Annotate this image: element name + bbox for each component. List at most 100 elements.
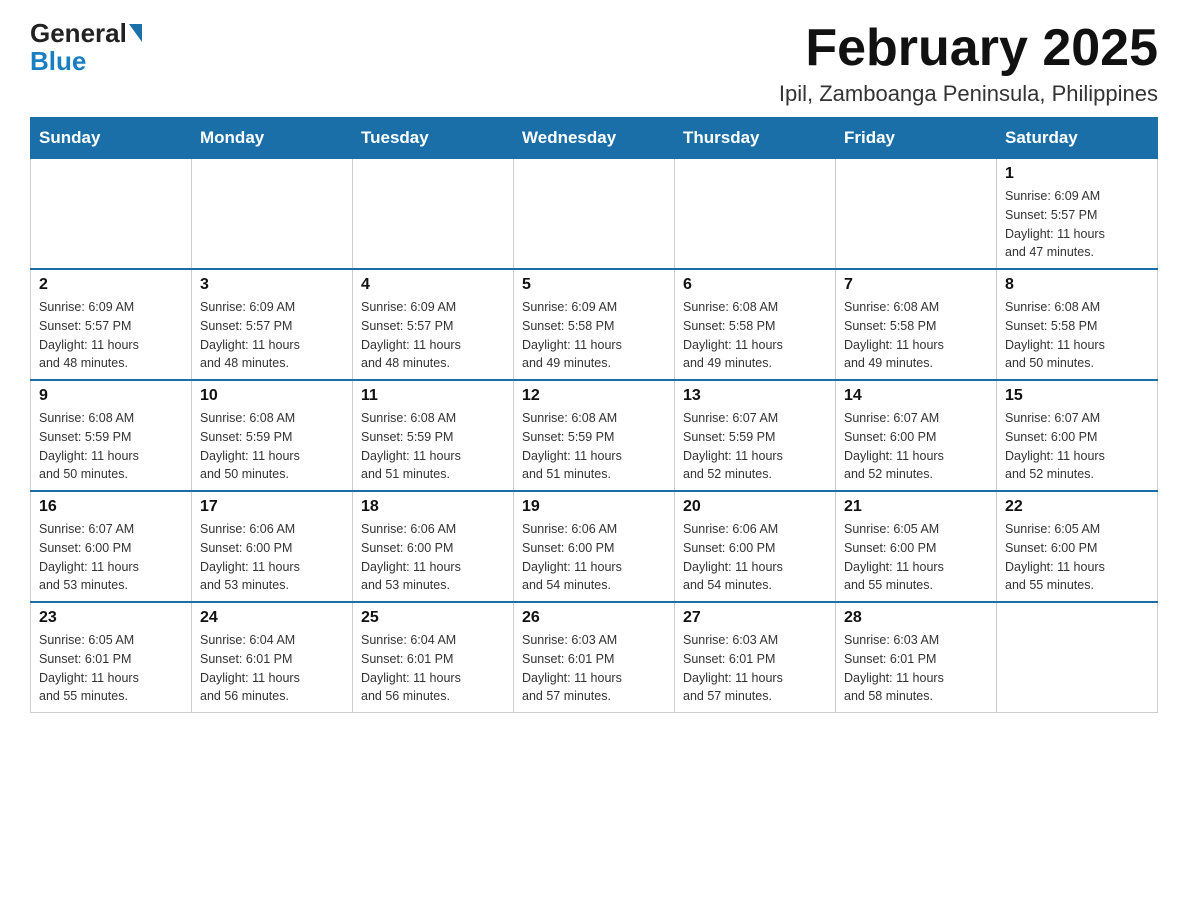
calendar-cell: 5 Sunrise: 6:09 AM Sunset: 5:58 PM Daylig… xyxy=(514,269,675,380)
day-number: 1 xyxy=(1005,165,1149,183)
calendar-week-1: 1 Sunrise: 6:09 AM Sunset: 5:57 PM Daylig… xyxy=(31,159,1158,270)
title-block: February 2025 Ipil, Zamboanga Peninsula,… xyxy=(779,20,1158,107)
day-info: Sunrise: 6:03 AM Sunset: 6:01 PM Dayligh… xyxy=(683,631,827,706)
calendar-cell: 12 Sunrise: 6:08 AM Sunset: 5:59 PM Dayli… xyxy=(514,380,675,491)
day-info: Sunrise: 6:09 AM Sunset: 5:57 PM Dayligh… xyxy=(361,298,505,373)
day-number: 24 xyxy=(200,609,344,627)
calendar-cell: 13 Sunrise: 6:07 AM Sunset: 5:59 PM Dayli… xyxy=(675,380,836,491)
calendar-week-4: 16 Sunrise: 6:07 AM Sunset: 6:00 PM Dayli… xyxy=(31,491,1158,602)
day-info: Sunrise: 6:08 AM Sunset: 5:59 PM Dayligh… xyxy=(361,409,505,484)
day-info: Sunrise: 6:05 AM Sunset: 6:00 PM Dayligh… xyxy=(1005,520,1149,595)
day-info: Sunrise: 6:05 AM Sunset: 6:01 PM Dayligh… xyxy=(39,631,183,706)
calendar-body: 1 Sunrise: 6:09 AM Sunset: 5:57 PM Daylig… xyxy=(31,159,1158,713)
month-year-title: February 2025 xyxy=(779,20,1158,77)
calendar-cell xyxy=(675,159,836,270)
day-number: 27 xyxy=(683,609,827,627)
calendar-cell: 27 Sunrise: 6:03 AM Sunset: 6:01 PM Dayli… xyxy=(675,602,836,713)
day-number: 15 xyxy=(1005,387,1149,405)
day-number: 23 xyxy=(39,609,183,627)
day-info: Sunrise: 6:05 AM Sunset: 6:00 PM Dayligh… xyxy=(844,520,988,595)
calendar-cell: 24 Sunrise: 6:04 AM Sunset: 6:01 PM Dayli… xyxy=(192,602,353,713)
calendar-week-2: 2 Sunrise: 6:09 AM Sunset: 5:57 PM Daylig… xyxy=(31,269,1158,380)
day-number: 9 xyxy=(39,387,183,405)
calendar-cell: 11 Sunrise: 6:08 AM Sunset: 5:59 PM Dayli… xyxy=(353,380,514,491)
day-number: 16 xyxy=(39,498,183,516)
day-info: Sunrise: 6:08 AM Sunset: 5:58 PM Dayligh… xyxy=(683,298,827,373)
calendar-cell: 16 Sunrise: 6:07 AM Sunset: 6:00 PM Dayli… xyxy=(31,491,192,602)
day-info: Sunrise: 6:09 AM Sunset: 5:58 PM Dayligh… xyxy=(522,298,666,373)
day-info: Sunrise: 6:06 AM Sunset: 6:00 PM Dayligh… xyxy=(200,520,344,595)
weekday-header-friday: Friday xyxy=(836,118,997,159)
day-info: Sunrise: 6:08 AM Sunset: 5:59 PM Dayligh… xyxy=(522,409,666,484)
day-number: 21 xyxy=(844,498,988,516)
calendar-cell: 25Sunrise: 6:04 AM Sunset: 6:01 PM Dayli… xyxy=(353,602,514,713)
day-info: Sunrise: 6:09 AM Sunset: 5:57 PM Dayligh… xyxy=(39,298,183,373)
calendar-cell: 26 Sunrise: 6:03 AM Sunset: 6:01 PM Dayli… xyxy=(514,602,675,713)
calendar-table: SundayMondayTuesdayWednesdayThursdayFrid… xyxy=(30,117,1158,713)
calendar-cell: 10 Sunrise: 6:08 AM Sunset: 5:59 PM Dayli… xyxy=(192,380,353,491)
calendar-cell: 19Sunrise: 6:06 AM Sunset: 6:00 PM Dayli… xyxy=(514,491,675,602)
day-number: 7 xyxy=(844,276,988,294)
calendar-cell xyxy=(997,602,1158,713)
day-number: 6 xyxy=(683,276,827,294)
day-number: 3 xyxy=(200,276,344,294)
day-number: 13 xyxy=(683,387,827,405)
weekday-header-sunday: Sunday xyxy=(31,118,192,159)
day-info: Sunrise: 6:06 AM Sunset: 6:00 PM Dayligh… xyxy=(683,520,827,595)
day-info: Sunrise: 6:09 AM Sunset: 5:57 PM Dayligh… xyxy=(200,298,344,373)
day-number: 12 xyxy=(522,387,666,405)
page-header: General Blue February 2025 Ipil, Zamboan… xyxy=(30,20,1158,107)
day-info: Sunrise: 6:08 AM Sunset: 5:59 PM Dayligh… xyxy=(200,409,344,484)
calendar-cell: 4 Sunrise: 6:09 AM Sunset: 5:57 PM Daylig… xyxy=(353,269,514,380)
calendar-cell: 1 Sunrise: 6:09 AM Sunset: 5:57 PM Daylig… xyxy=(997,159,1158,270)
calendar-week-3: 9 Sunrise: 6:08 AM Sunset: 5:59 PM Daylig… xyxy=(31,380,1158,491)
calendar-week-5: 23 Sunrise: 6:05 AM Sunset: 6:01 PM Dayli… xyxy=(31,602,1158,713)
logo-bottom: Blue xyxy=(30,48,86,74)
day-number: 17 xyxy=(200,498,344,516)
calendar-cell: 8 Sunrise: 6:08 AM Sunset: 5:58 PM Daylig… xyxy=(997,269,1158,380)
day-info: Sunrise: 6:04 AM Sunset: 6:01 PM Dayligh… xyxy=(361,631,505,706)
calendar-cell: 9Sunrise: 6:08 AM Sunset: 5:59 PM Daylig… xyxy=(31,380,192,491)
day-number: 11 xyxy=(361,387,505,405)
day-number: 4 xyxy=(361,276,505,294)
day-info: Sunrise: 6:08 AM Sunset: 5:58 PM Dayligh… xyxy=(844,298,988,373)
calendar-cell: 22 Sunrise: 6:05 AM Sunset: 6:00 PM Dayli… xyxy=(997,491,1158,602)
weekday-header-tuesday: Tuesday xyxy=(353,118,514,159)
calendar-cell xyxy=(192,159,353,270)
day-number: 20 xyxy=(683,498,827,516)
calendar-cell xyxy=(514,159,675,270)
calendar-cell: 18Sunrise: 6:06 AM Sunset: 6:00 PM Dayli… xyxy=(353,491,514,602)
day-number: 26 xyxy=(522,609,666,627)
location-subtitle: Ipil, Zamboanga Peninsula, Philippines xyxy=(779,81,1158,107)
calendar-cell: 17 Sunrise: 6:06 AM Sunset: 6:00 PM Dayli… xyxy=(192,491,353,602)
logo: General Blue xyxy=(30,20,142,74)
calendar-cell xyxy=(836,159,997,270)
calendar-cell: 28 Sunrise: 6:03 AM Sunset: 6:01 PM Dayli… xyxy=(836,602,997,713)
day-info: Sunrise: 6:09 AM Sunset: 5:57 PM Dayligh… xyxy=(1005,187,1149,262)
calendar-cell: 23 Sunrise: 6:05 AM Sunset: 6:01 PM Dayli… xyxy=(31,602,192,713)
day-info: Sunrise: 6:08 AM Sunset: 5:58 PM Dayligh… xyxy=(1005,298,1149,373)
weekday-header-row: SundayMondayTuesdayWednesdayThursdayFrid… xyxy=(31,118,1158,159)
day-number: 14 xyxy=(844,387,988,405)
day-info: Sunrise: 6:03 AM Sunset: 6:01 PM Dayligh… xyxy=(522,631,666,706)
day-number: 8 xyxy=(1005,276,1149,294)
day-number: 2 xyxy=(39,276,183,294)
day-number: 5 xyxy=(522,276,666,294)
calendar-cell: 21 Sunrise: 6:05 AM Sunset: 6:00 PM Dayli… xyxy=(836,491,997,602)
day-info: Sunrise: 6:07 AM Sunset: 5:59 PM Dayligh… xyxy=(683,409,827,484)
day-info: Sunrise: 6:06 AM Sunset: 6:00 PM Dayligh… xyxy=(522,520,666,595)
calendar-cell xyxy=(353,159,514,270)
calendar-cell: 6 Sunrise: 6:08 AM Sunset: 5:58 PM Daylig… xyxy=(675,269,836,380)
day-number: 22 xyxy=(1005,498,1149,516)
calendar-cell: 3 Sunrise: 6:09 AM Sunset: 5:57 PM Daylig… xyxy=(192,269,353,380)
day-info: Sunrise: 6:03 AM Sunset: 6:01 PM Dayligh… xyxy=(844,631,988,706)
day-number: 10 xyxy=(200,387,344,405)
calendar-cell: 14Sunrise: 6:07 AM Sunset: 6:00 PM Dayli… xyxy=(836,380,997,491)
day-info: Sunrise: 6:04 AM Sunset: 6:01 PM Dayligh… xyxy=(200,631,344,706)
day-number: 28 xyxy=(844,609,988,627)
logo-top: General xyxy=(30,20,142,46)
weekday-header-saturday: Saturday xyxy=(997,118,1158,159)
calendar-cell xyxy=(31,159,192,270)
day-info: Sunrise: 6:07 AM Sunset: 6:00 PM Dayligh… xyxy=(1005,409,1149,484)
day-info: Sunrise: 6:07 AM Sunset: 6:00 PM Dayligh… xyxy=(39,520,183,595)
